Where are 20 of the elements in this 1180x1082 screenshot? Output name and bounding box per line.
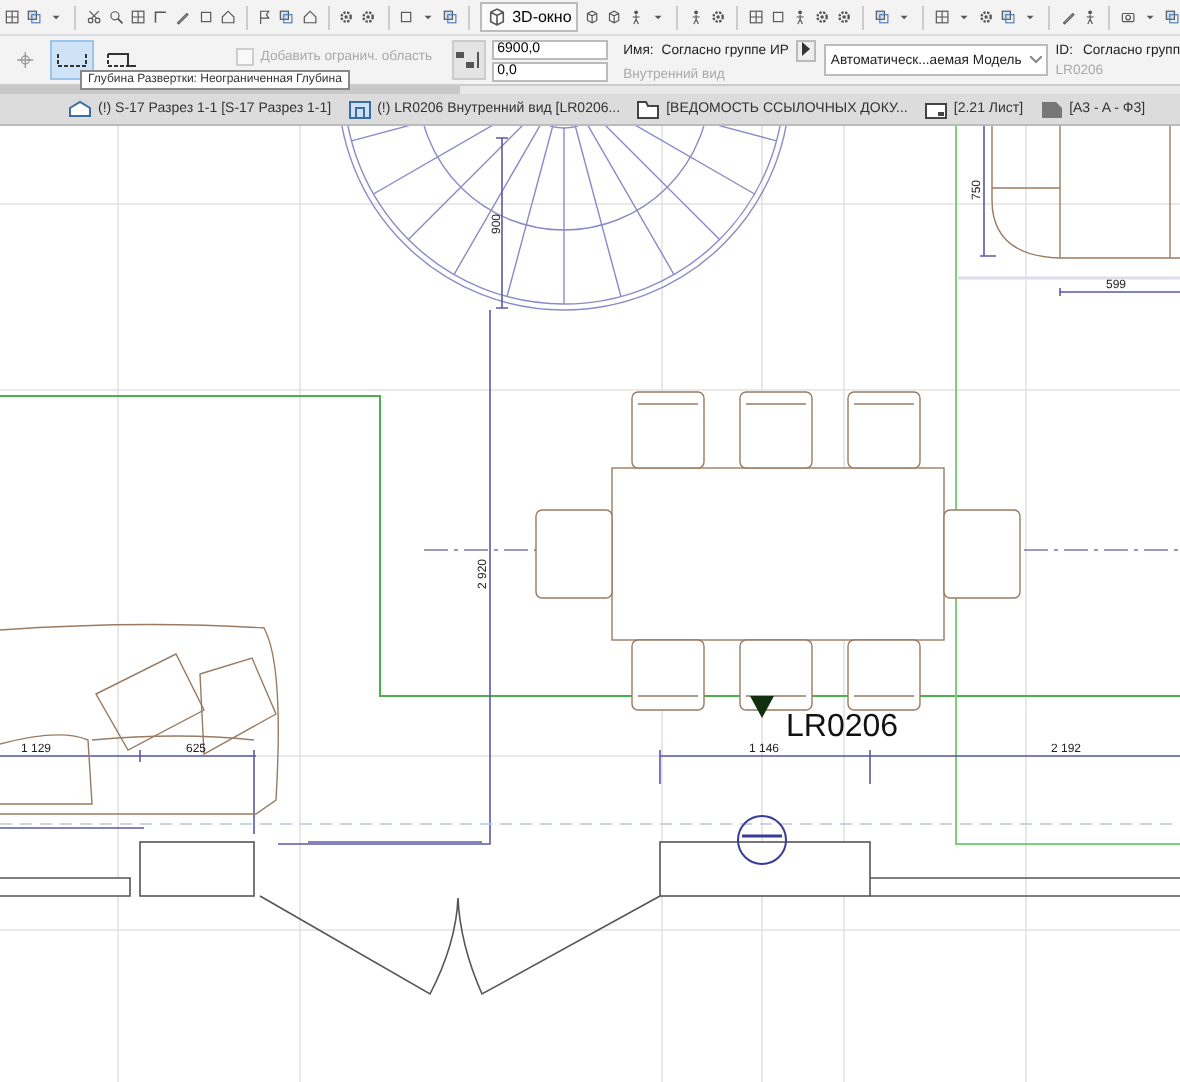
depth-icon (56, 50, 89, 70)
sheet-icon (923, 99, 948, 119)
layout-icon (1039, 99, 1064, 119)
cube-icon (486, 6, 509, 28)
triangle-icon (800, 41, 813, 55)
folder-icon (636, 99, 661, 119)
view-marker-label: LR0206 (786, 710, 899, 744)
chevron-icon (1029, 56, 1042, 64)
move-icon (16, 46, 35, 74)
elevation-icon (454, 50, 483, 70)
arrow-button[interactable] (796, 39, 817, 61)
3d-window-button[interactable]: 3D-окно (480, 2, 578, 32)
interior-view-icon (347, 99, 372, 119)
depth-icon (106, 50, 139, 70)
elevation-button[interactable] (452, 40, 486, 80)
view-marker-icon (750, 696, 774, 718)
dimension-line (979, 126, 997, 257)
section-icon (68, 99, 92, 119)
section-marker-icon (737, 815, 787, 865)
dimension-line (1059, 287, 1180, 297)
